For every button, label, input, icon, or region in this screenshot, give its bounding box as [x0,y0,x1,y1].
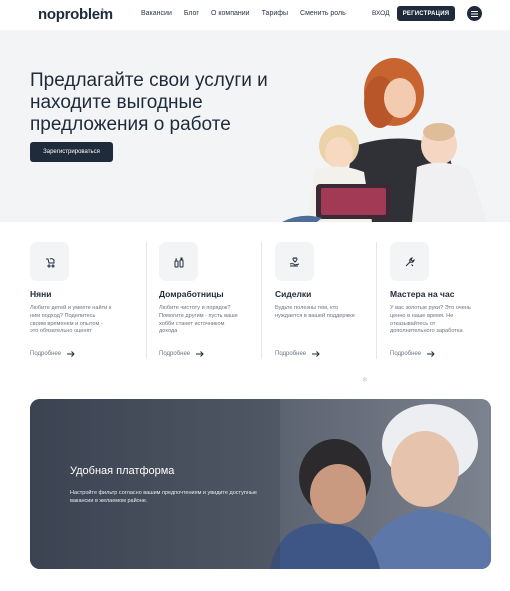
arrow-right-icon [312,351,320,357]
card-description: Будьте полезны тем, кто нуждается в ваше… [275,305,355,319]
card-title: Мастера на час [390,289,455,299]
nav-item-switch-role[interactable]: Сменить роль [300,10,346,17]
card-more-link[interactable]: Подробнее [159,351,204,357]
nav-item-about[interactable]: О компании [211,10,250,17]
cleaning-bottles-icon [174,257,183,267]
card-description: Любите детей и умеете найти к ним подход… [30,305,112,335]
banner-description: Настройте фильтр согласно вашим предпочт… [70,490,257,504]
platform-banner: Удобная платформа Настройте фильтр согла… [30,399,491,569]
banner-photo [30,399,491,569]
card-more-link[interactable]: Подробнее [390,351,435,357]
services-section: Няни Любите детей и умеете найти к ним п… [0,238,510,368]
register-button[interactable]: РЕГИСТРАЦИЯ [397,6,455,21]
card-description: Любите чистоту и порядок? Помогите други… [159,305,238,335]
arrow-right-icon [196,351,204,357]
card-divider [376,242,377,359]
nav-item-vacancies[interactable]: Вакансии [141,10,172,17]
card-divider [261,242,262,359]
card-icon-box [30,242,69,281]
card-more-link[interactable]: Подробнее [30,351,75,357]
card-more-link[interactable]: Подробнее [275,351,320,357]
card-icon-box [159,242,198,281]
card-title: Домработницы [159,289,224,299]
main-nav: Вакансии Блог О компании Тарифы Сменить … [141,10,346,17]
hamburger-icon [471,10,478,17]
more-label: Подробнее [390,351,422,357]
more-label: Подробнее [275,351,307,357]
card-title: Няни [30,289,52,299]
login-link[interactable]: ВХОД [372,10,390,17]
card-icon-box [275,242,314,281]
menu-button[interactable] [467,6,482,21]
snowflake-icon: ❄ [362,377,368,384]
site-header: noproblem ® Вакансии Блог О компании Тар… [0,0,510,30]
hero-title: Предлагайте свои услуги и находите выгод… [30,70,268,135]
hero-section: Предлагайте свои услуги и находите выгод… [0,30,510,222]
arrow-right-icon [67,351,75,357]
arrow-right-icon [427,351,435,357]
heart-hand-icon [289,256,299,266]
nav-item-pricing[interactable]: Тарифы [262,10,288,17]
banner-title: Удобная платформа [70,465,175,477]
nav-item-blog[interactable]: Блог [184,10,199,17]
logo-registered-mark: ® [101,7,104,12]
card-title: Сиделки [275,289,312,299]
hero-register-button[interactable]: Зарегистрироваться [30,142,113,162]
stroller-icon [45,257,54,267]
repair-tools-icon [405,256,415,266]
card-description: У вас золотые руки? Это очень ценно в на… [390,305,471,335]
card-icon-box [390,242,429,281]
more-label: Подробнее [159,351,191,357]
card-divider [146,242,147,359]
more-label: Подробнее [30,351,62,357]
hero-family-photo [282,58,487,222]
